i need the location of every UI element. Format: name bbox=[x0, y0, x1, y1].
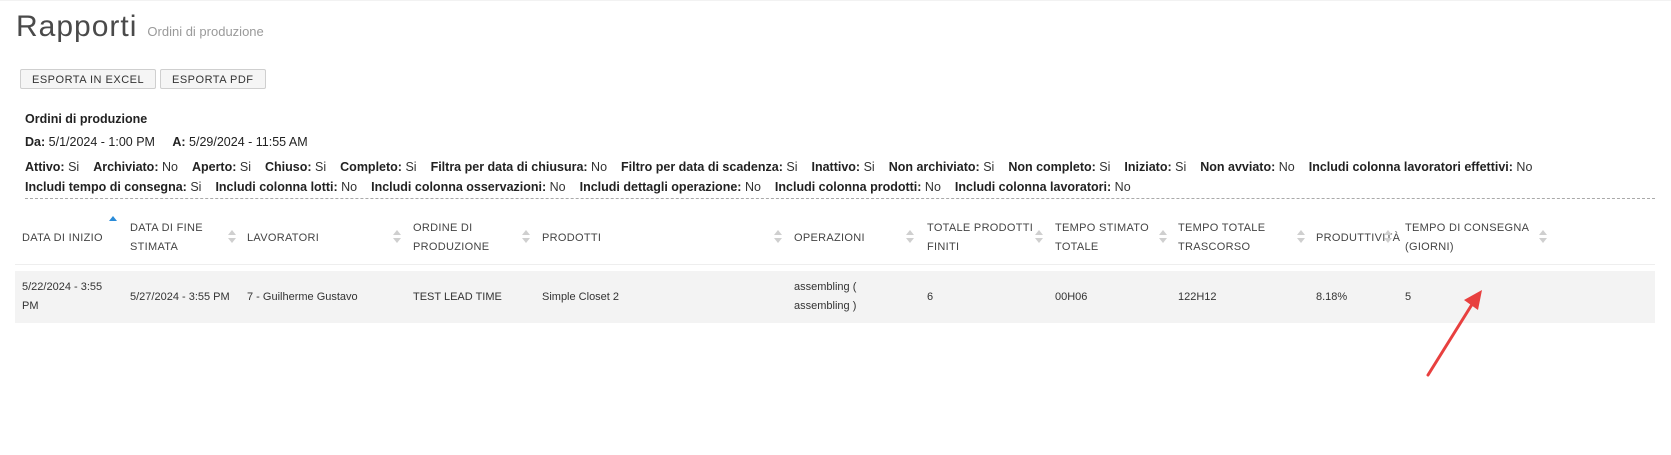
column-header-products[interactable]: PRODOTTI bbox=[542, 212, 772, 264]
table-header: DATA DI INIZIO DATA DI FINE STIMATA LAVOR… bbox=[15, 212, 1655, 265]
filter-summary: Attivo: Si Archiviato: No Aperto: Si Chiuso… bbox=[25, 157, 1650, 197]
sort-icon[interactable] bbox=[1297, 230, 1305, 246]
column-header-estimated-time[interactable]: TEMPO STIMATO TOTALE bbox=[1055, 212, 1165, 264]
filter-item: Includi colonna osservazioni: No bbox=[371, 180, 566, 194]
filter-item: Includi colonna lavoratori effettivi: No bbox=[1308, 160, 1533, 174]
column-header-elapsed-time[interactable]: TEMPO TOTALE TRASCORSO bbox=[1178, 212, 1288, 264]
cell-elapsed-time: 122H12 bbox=[1178, 290, 1217, 303]
dashed-divider bbox=[25, 198, 1655, 199]
filter-item: Includi colonna lotti: No bbox=[215, 180, 358, 194]
report-table: DATA DI INIZIO DATA DI FINE STIMATA LAVOR… bbox=[15, 212, 1655, 323]
export-excel-button[interactable]: ESPORTA IN EXCEL bbox=[20, 69, 157, 89]
column-header-end-date[interactable]: DATA DI FINE STIMATA bbox=[130, 212, 240, 264]
cell-productivity: 8.18% bbox=[1316, 290, 1348, 303]
column-header-lead-time[interactable]: TEMPO DI CONSEGNA (GIORNI) bbox=[1405, 212, 1540, 264]
column-header-finished[interactable]: TOTALE PRODOTTI FINITI bbox=[927, 212, 1037, 264]
sort-icon[interactable] bbox=[1384, 230, 1392, 246]
filter-item: Attivo: Si bbox=[25, 160, 80, 174]
filter-item: Iniziato: Si bbox=[1124, 160, 1187, 174]
page-header: Rapporti Ordini di produzione bbox=[16, 10, 264, 44]
cell-product: Simple Closet 2 bbox=[542, 290, 620, 303]
sort-icon[interactable] bbox=[1539, 230, 1547, 246]
sort-asc-icon[interactable] bbox=[109, 216, 117, 232]
report-title: Ordini di produzione bbox=[25, 112, 148, 126]
filter-item: Includi colonna lavoratori: No bbox=[954, 180, 1131, 194]
to-value: 5/29/2024 - 11:55 AM bbox=[189, 135, 308, 149]
column-header-workers[interactable]: LAVORATORI bbox=[247, 212, 397, 264]
filter-item: Includi tempo di consegna: Si bbox=[25, 180, 202, 194]
filter-item: Chiuso: Si bbox=[265, 160, 327, 174]
cell-estimated-time: 00H06 bbox=[1055, 290, 1088, 303]
filter-item: Includi colonna prodotti: No bbox=[774, 180, 941, 194]
filter-item: Filtro per data di scadenza: Si bbox=[621, 160, 798, 174]
filter-item: Non avviato: No bbox=[1200, 160, 1295, 174]
cell-start-date: 5/22/2024 - 3:55 PM bbox=[22, 281, 103, 312]
cell-end-date: 5/27/2024 - 3:55 PM bbox=[130, 290, 230, 303]
sort-icon[interactable] bbox=[393, 230, 401, 246]
annotation-arrow-icon bbox=[1426, 290, 1482, 377]
filter-item: Non archiviato: Si bbox=[888, 160, 995, 174]
sort-icon[interactable] bbox=[1159, 230, 1167, 246]
page-title: Rapporti bbox=[16, 10, 138, 43]
report-date-range: Da: 5/1/2024 - 1:00 PM A: 5/29/2024 - 11… bbox=[25, 135, 308, 149]
sort-icon[interactable] bbox=[774, 230, 782, 246]
column-header-operations[interactable]: OPERAZIONI bbox=[794, 212, 904, 264]
export-pdf-button[interactable]: ESPORTA PDF bbox=[160, 69, 266, 89]
from-value: 5/1/2024 - 1:00 PM bbox=[48, 135, 155, 149]
to-label: A: bbox=[172, 135, 186, 149]
filter-item: Archiviato: No bbox=[93, 160, 178, 174]
sort-icon[interactable] bbox=[522, 230, 530, 246]
table-row[interactable]: 5/22/2024 - 3:55 PM 5/27/2024 - 3:55 PM 7… bbox=[15, 271, 1655, 323]
sort-icon[interactable] bbox=[906, 230, 914, 246]
cell-operations: assembling (assembling ) bbox=[794, 281, 857, 312]
filter-item: Inattivo: Si bbox=[811, 160, 875, 174]
from-label: Da: bbox=[25, 135, 46, 149]
cell-finished: 6 bbox=[927, 290, 934, 303]
cell-order: TEST LEAD TIME bbox=[413, 290, 502, 303]
filter-item: Filtra per data di chiusura: No bbox=[430, 160, 608, 174]
page-subtitle: Ordini di produzione bbox=[147, 24, 264, 39]
cell-workers: 7 - Guilherme Gustavo bbox=[247, 290, 358, 303]
column-header-order[interactable]: ORDINE DI PRODUZIONE bbox=[413, 212, 523, 264]
sort-icon[interactable] bbox=[228, 230, 236, 246]
sort-icon[interactable] bbox=[1035, 230, 1043, 246]
filter-item: Non completo: Si bbox=[1008, 160, 1111, 174]
filter-item: Aperto: Si bbox=[191, 160, 252, 174]
filter-item: Includi dettagli operazione: No bbox=[579, 180, 761, 194]
top-divider bbox=[0, 0, 1671, 1]
filter-item: Completo: Si bbox=[340, 160, 417, 174]
